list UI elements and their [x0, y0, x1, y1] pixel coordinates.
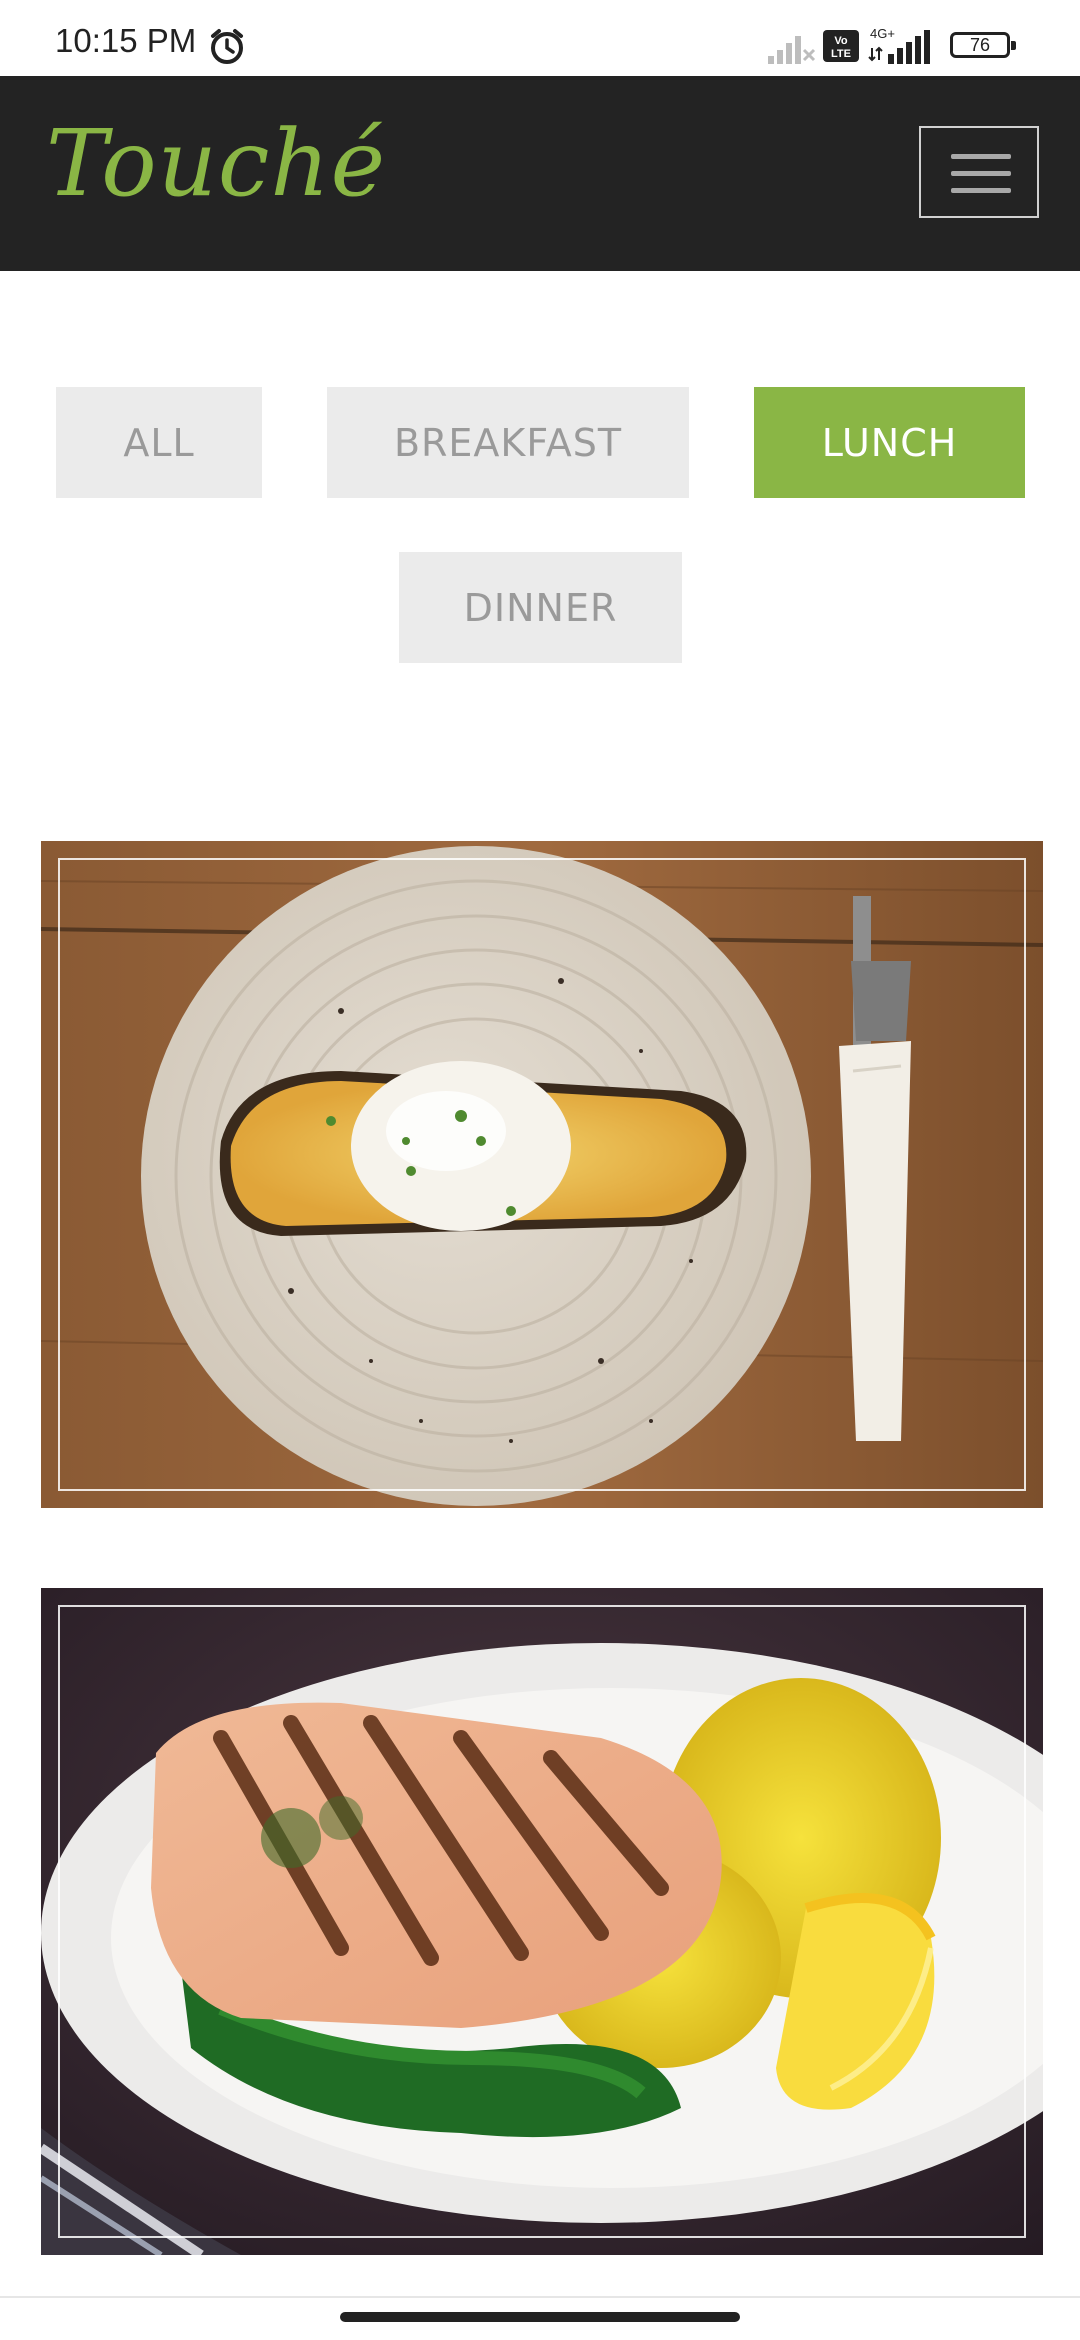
bottom-divider	[0, 2296, 1080, 2298]
svg-text:Vo: Vo	[834, 35, 848, 47]
alarm-icon	[207, 26, 247, 70]
gallery-item[interactable]	[41, 1588, 1043, 2255]
status-bar: 10:15 PM Vo LTE 4G+ 76	[0, 0, 1080, 76]
image-frame	[58, 1605, 1026, 2238]
brand-logo[interactable]: Touché	[46, 110, 386, 217]
status-time: 10:15 PM	[55, 22, 197, 59]
svg-text:4G+: 4G+	[870, 26, 895, 41]
hamburger-icon	[951, 188, 1011, 193]
signal-strong-icon: 4G+	[868, 26, 940, 68]
home-indicator[interactable]	[340, 2312, 740, 2322]
volte-icon: Vo LTE	[823, 30, 859, 66]
site-header: Touché	[0, 76, 1080, 271]
image-frame	[58, 858, 1026, 1491]
gallery-item[interactable]	[41, 841, 1043, 1508]
svg-text:LTE: LTE	[831, 48, 851, 60]
signal-weak-icon	[768, 30, 818, 68]
filter-breakfast-button[interactable]: BREAKFAST	[327, 387, 689, 498]
hamburger-icon	[951, 171, 1011, 176]
filter-dinner-button[interactable]: DINNER	[399, 552, 682, 663]
hamburger-icon	[951, 154, 1011, 159]
hamburger-menu-button[interactable]	[919, 126, 1039, 218]
filter-all-button[interactable]: ALL	[56, 387, 262, 498]
filter-lunch-button[interactable]: LUNCH	[754, 387, 1025, 498]
battery-icon: 76	[950, 32, 1016, 58]
battery-level: 76	[969, 35, 991, 55]
